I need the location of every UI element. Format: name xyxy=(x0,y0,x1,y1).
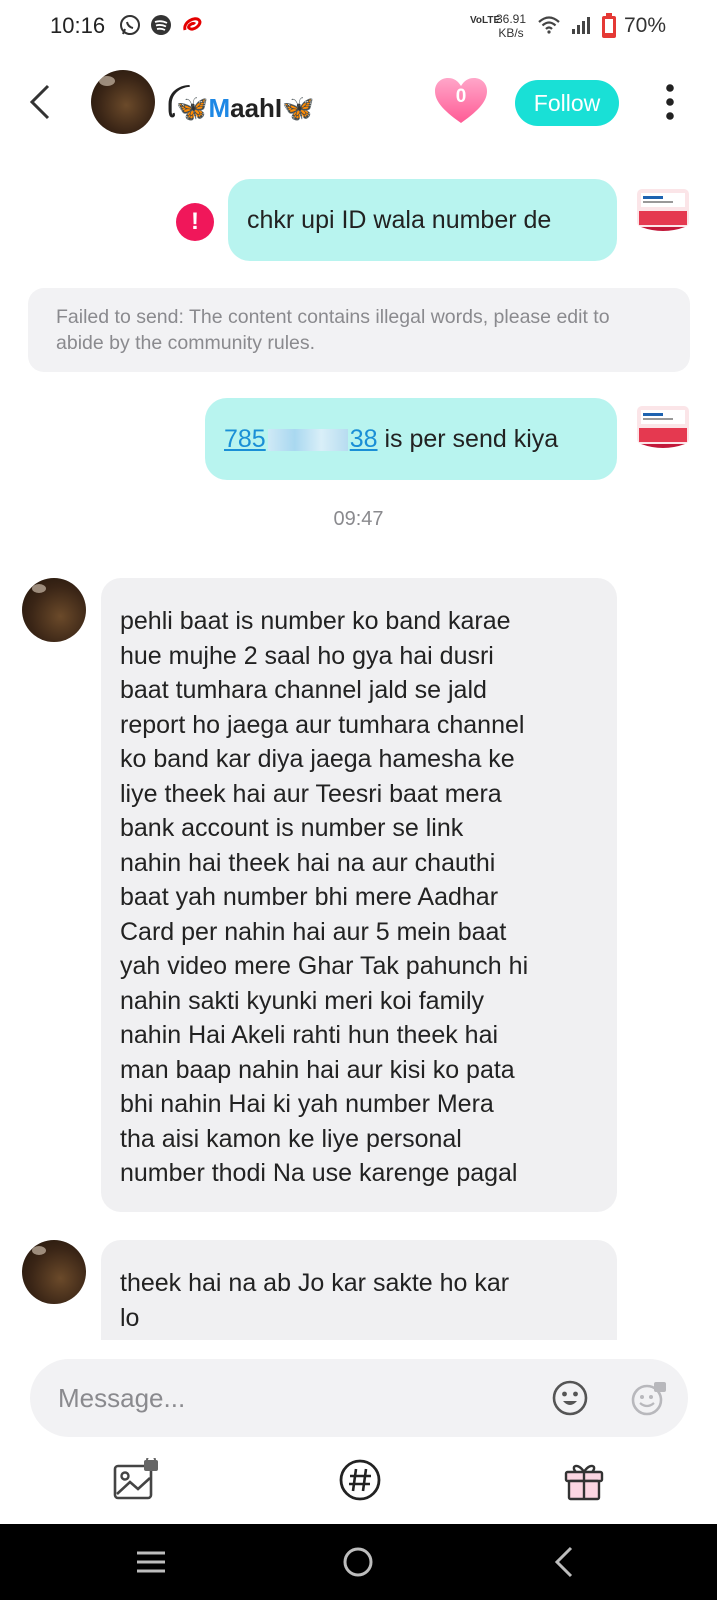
received-line: number thodi Na use karenge pagal xyxy=(120,1159,518,1187)
self-avatar-thumb[interactable] xyxy=(633,183,693,235)
received-line: liye theek hai aur Teesri baat mera xyxy=(120,779,502,808)
received-line: Card per nahin hai aur 5 mein baat xyxy=(120,917,507,946)
self-avatar-thumb-2[interactable] xyxy=(633,400,693,452)
image-icon[interactable] xyxy=(112,1458,160,1502)
received-line: lo xyxy=(120,1303,140,1332)
status-time: 10:16 xyxy=(50,13,106,38)
follow-button[interactable]: Follow xyxy=(515,80,619,126)
received-message-bubble[interactable]: pehli baat is number ko band karae hue m… xyxy=(101,578,617,1212)
received-line: nahin sakti kyunki meri koi family xyxy=(120,986,485,1015)
system-navbar xyxy=(0,1524,717,1600)
received-line: bhi nahin Hai ki yah number Mera xyxy=(120,1090,494,1118)
chat-header: ꪶ🦋MaahI🦋 0 Follow xyxy=(0,60,717,146)
received-message-bubble-2[interactable]: theek hai na ab Jo kar sakte ho kar lo xyxy=(101,1240,617,1340)
received-line: ko band kar diya jaega hamesha ke xyxy=(120,745,515,773)
net-speed-unit: KB/s xyxy=(498,26,524,40)
received-line: baat tumhara channel jald se jald xyxy=(120,676,487,704)
message-input[interactable] xyxy=(58,1359,518,1437)
received-line: report ho jaega aur tumhara channel xyxy=(120,710,525,739)
received-line: nahin hai theek hai na aur chauthi xyxy=(120,848,496,877)
contact-name-m: M xyxy=(208,93,231,123)
hashtag-icon[interactable] xyxy=(338,1458,382,1502)
status-bar: 10:16 VoLTE 36.91 KB/s 70% xyxy=(0,0,717,52)
emoji-icon[interactable] xyxy=(551,1379,589,1417)
net-speed-value: 36.91 xyxy=(496,12,527,26)
gift-icon[interactable] xyxy=(562,1458,606,1502)
received-line: pehli baat is number ko band karae xyxy=(120,607,511,635)
message-timestamp: 09:47 xyxy=(333,508,384,530)
phone-number-end: 38 xyxy=(349,425,378,453)
failed-send-notice: Failed to send: The content contains ill… xyxy=(28,288,690,372)
contact-avatar-small-2[interactable] xyxy=(22,1240,86,1304)
received-line: hue mujhe 2 saal ho gya hai dusri xyxy=(120,641,494,670)
received-line: nahin Hai Akeli rahti hun theek hai xyxy=(120,1021,499,1049)
contact-avatar-small[interactable] xyxy=(22,578,86,642)
contact-name-rest: aahI🦋 xyxy=(230,93,315,123)
sent-message-text-2: is per send kiya xyxy=(377,425,559,453)
sent-message-bubble[interactable]: chkr upi ID wala number de xyxy=(228,179,617,261)
chat-screen: 10:16 VoLTE 36.91 KB/s 70% ꪶ🦋MaahI🦋 0 Fo… xyxy=(0,0,717,1600)
battery-percent: 70% xyxy=(624,14,667,37)
nav-home-icon[interactable] xyxy=(340,1544,376,1580)
phone-number-start: 785 xyxy=(224,425,266,453)
nav-menu-icon[interactable] xyxy=(133,1544,169,1580)
net-speed: 36.91 KB/s xyxy=(496,12,526,40)
contact-avatar[interactable] xyxy=(91,70,155,134)
more-icon[interactable] xyxy=(665,84,675,120)
spotify-icon xyxy=(151,15,171,35)
sticker-icon[interactable] xyxy=(630,1379,668,1417)
wifi-icon xyxy=(538,16,560,34)
message-composer xyxy=(30,1359,688,1437)
received-line: theek hai na ab Jo kar sakte ho kar xyxy=(120,1269,510,1297)
airtel-icon xyxy=(183,17,202,31)
back-icon[interactable] xyxy=(28,82,52,122)
signal-icon xyxy=(572,17,590,34)
heart-count: 0 xyxy=(455,86,467,107)
whatsapp-icon xyxy=(120,15,140,35)
phone-number-link[interactable]: 785 38 xyxy=(224,425,378,453)
sent-message-text: chkr upi ID wala number de xyxy=(247,206,552,234)
contact-name[interactable]: ꪶ🦋MaahI🦋 xyxy=(166,84,315,138)
sent-message-bubble-2[interactable]: 785 38 is per send kiya xyxy=(205,398,617,480)
bottom-toolbar xyxy=(0,1450,717,1528)
received-line: yah video mere Ghar Tak pahunch hi xyxy=(120,952,529,980)
nav-back-icon[interactable] xyxy=(549,1544,579,1580)
battery-icon xyxy=(602,13,616,38)
error-icon[interactable]: ! xyxy=(176,203,214,241)
received-line: bank account is number se link xyxy=(120,814,464,842)
received-line: baat yah number bhi mere Aadhar xyxy=(120,883,499,911)
received-line: tha aisi kamon ke liye personal xyxy=(120,1124,462,1153)
received-line: man baap nahin hai aur kisi ko pata xyxy=(120,1055,515,1084)
contact-name-prefix: ꪶ🦋 xyxy=(166,93,209,123)
redacted-blur xyxy=(267,429,348,452)
